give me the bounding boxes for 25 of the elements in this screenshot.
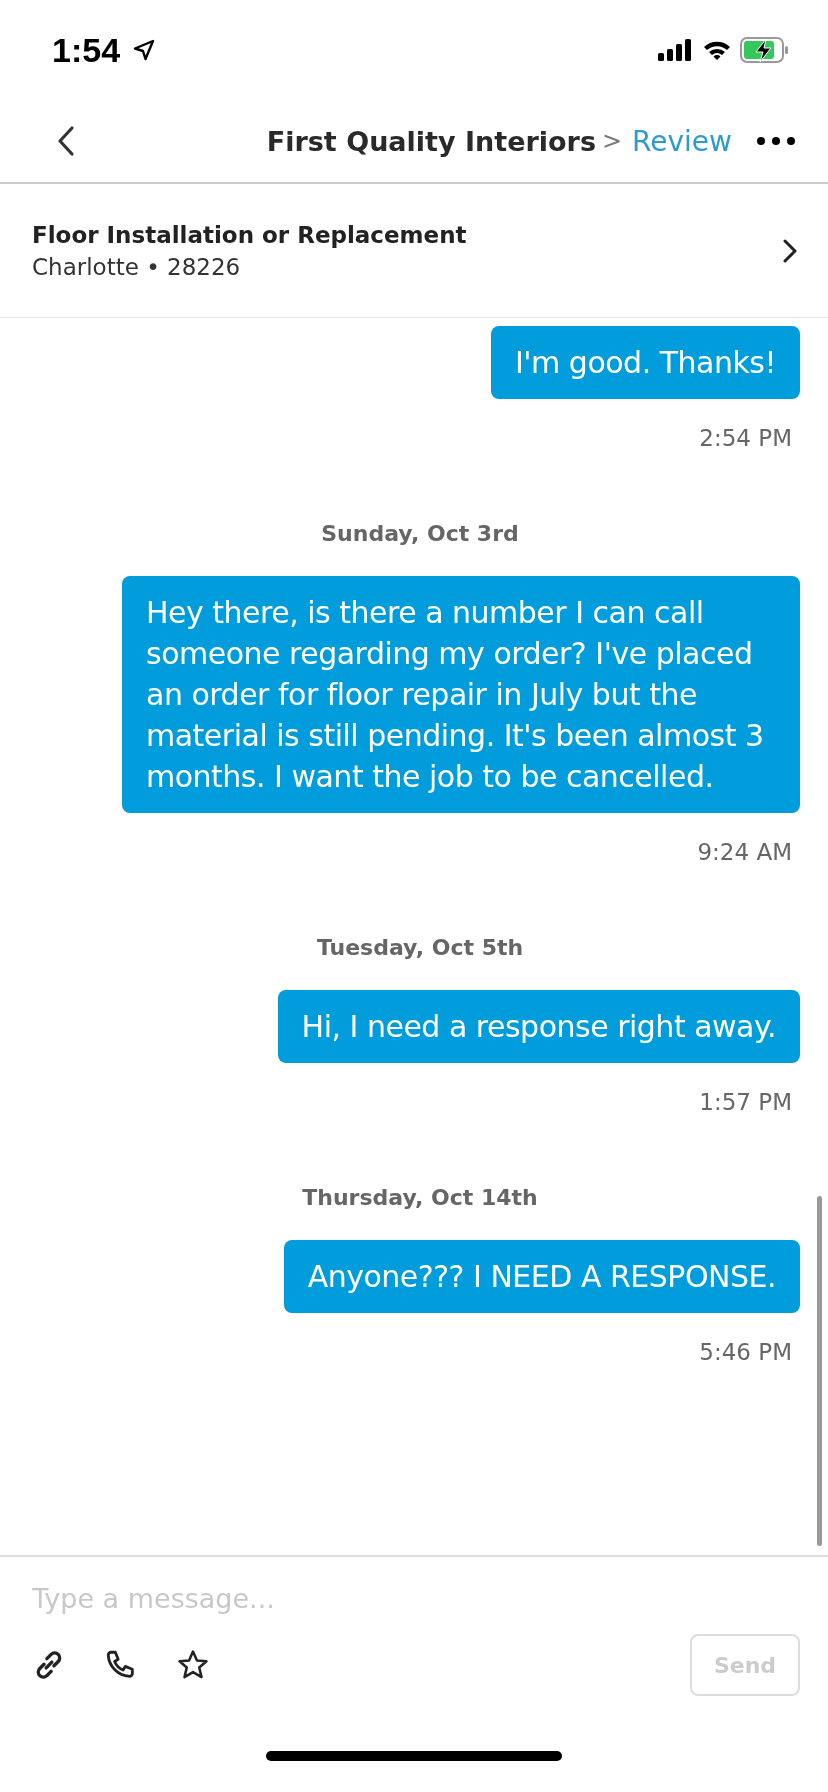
message-time: 1:57 PM [699,1089,792,1115]
message-bubble: Hey there, is there a number I can call someone regarding my order? I've placed an order for floor repair in July but the material is still pending. It's been almost 3 months. I want the job to be cancelled. [122,576,800,813]
back-icon[interactable] [56,125,76,157]
location-arrow-icon [132,38,157,62]
job-header[interactable]: Floor Installation or Replacement Charlotte • 28226 [0,184,828,318]
status-time: 1:54 [52,30,121,70]
date-divider: Thursday, Oct 14th [302,1185,538,1210]
battery-charging-icon [740,37,790,63]
review-link[interactable]: Review [632,124,732,158]
business-name: First Quality Interiors [266,125,596,157]
message-bubble: Anyone??? I NEED A RESPONSE. [283,1240,800,1313]
message-time: 5:46 PM [699,1339,792,1365]
job-title: Floor Installation or Replacement [32,221,468,248]
more-icon[interactable] [756,136,796,146]
message-time: 9:24 AM [697,839,792,865]
message-time: 2:54 PM [699,425,792,451]
breadcrumb-separator: > [602,127,623,155]
message-bubble: Hi, I need a response right away. [277,990,800,1063]
date-divider: Sunday, Oct 3rd [321,521,519,546]
chevron-right-icon [782,237,798,264]
wifi-icon [702,39,732,61]
date-divider: Tuesday, Oct 5th [316,935,524,960]
message-bubble: I'm good. Thanks! [491,326,800,399]
job-location: Charlotte • 28226 [32,253,242,280]
signal-icon [658,39,694,61]
